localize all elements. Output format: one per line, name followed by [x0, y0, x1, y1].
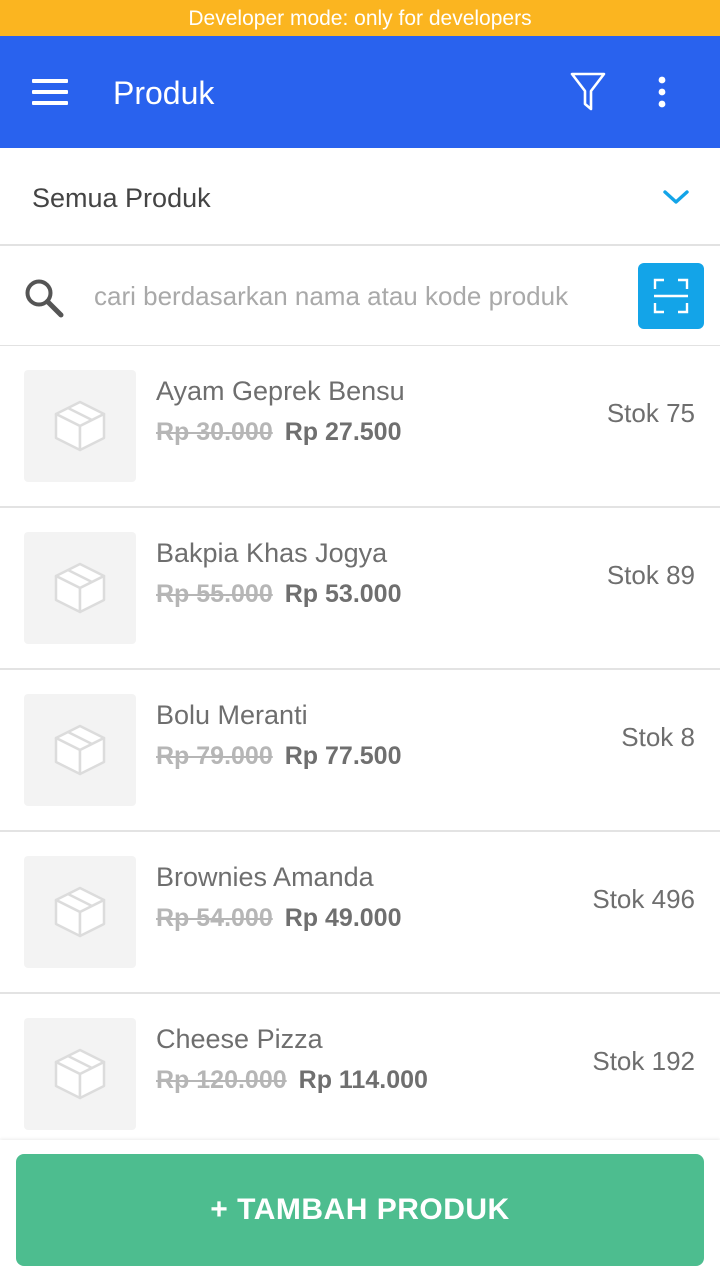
product-original-price: Rp 79.000 [156, 742, 273, 770]
product-prices: Rp 120.000 Rp 114.000 [156, 1066, 428, 1095]
product-prices: Rp 79.000 Rp 77.500 [156, 742, 402, 771]
box-placeholder-icon [54, 562, 106, 614]
product-list-item[interactable]: Brownies Amanda Rp 54.000 Rp 49.000 Stok … [0, 832, 720, 994]
search-icon [25, 279, 64, 318]
more-vertical-icon [658, 76, 666, 108]
product-name: Bakpia Khas Jogya [156, 538, 388, 568]
developer-mode-banner: Developer mode: only for developers [0, 0, 720, 36]
product-name: Ayam Geprek Bensu [156, 376, 405, 406]
product-thumbnail [24, 370, 136, 482]
product-thumbnail [24, 1018, 136, 1130]
product-original-price: Rp 120.000 [156, 1066, 287, 1094]
box-placeholder-icon [54, 886, 106, 938]
chevron-down-icon [656, 182, 696, 212]
add-product-button[interactable]: + TAMBAH PRODUK [16, 1154, 704, 1266]
product-name: Bolu Meranti [156, 700, 308, 730]
barcode-scan-icon [653, 278, 689, 314]
search-bar [0, 246, 720, 346]
filter-button[interactable] [560, 64, 616, 120]
product-prices: Rp 55.000 Rp 53.000 [156, 580, 402, 609]
product-list-item[interactable]: Bolu Meranti Rp 79.000 Rp 77.500 Stok 8 [0, 670, 720, 832]
bottom-action-bar: + TAMBAH PRODUK [0, 1140, 720, 1280]
page-title: Produk [113, 75, 215, 111]
product-thumbnail [24, 694, 136, 806]
product-original-price: Rp 54.000 [156, 904, 273, 932]
product-discount-price: Rp 77.500 [284, 742, 402, 770]
box-placeholder-icon [54, 1048, 106, 1100]
product-prices: Rp 30.000 Rp 27.500 [156, 418, 402, 447]
product-list-item[interactable]: Cheese Pizza Rp 120.000 Rp 114.000 Stok 1… [0, 994, 720, 1140]
product-stock: Stok 75 [606, 398, 695, 428]
product-discount-price: Rp 49.000 [284, 904, 402, 932]
product-thumbnail [24, 532, 136, 644]
product-list-item[interactable]: Bakpia Khas Jogya Rp 55.000 Rp 53.000 Sto… [0, 508, 720, 670]
product-discount-price: Rp 27.500 [284, 418, 402, 446]
product-stock: Stok 192 [592, 1046, 695, 1076]
barcode-scan-button[interactable] [638, 263, 704, 329]
box-placeholder-icon [54, 400, 106, 452]
product-stock: Stok 8 [621, 722, 695, 752]
product-list: Ayam Geprek Bensu Rp 30.000 Rp 27.500 Sto… [0, 346, 720, 1140]
more-options-button[interactable] [638, 64, 686, 120]
product-name: Brownies Amanda [156, 862, 374, 892]
product-prices: Rp 54.000 Rp 49.000 [156, 904, 402, 933]
menu-button[interactable] [20, 66, 80, 118]
product-list-item[interactable]: Ayam Geprek Bensu Rp 30.000 Rp 27.500 Sto… [0, 346, 720, 508]
product-discount-price: Rp 114.000 [298, 1066, 428, 1094]
product-discount-price: Rp 53.000 [284, 580, 402, 608]
category-selected-label: Semua Produk [32, 183, 211, 213]
hamburger-menu-icon [32, 79, 68, 105]
product-original-price: Rp 55.000 [156, 580, 273, 608]
product-stock: Stok 89 [606, 560, 695, 590]
category-dropdown[interactable]: Semua Produk [0, 148, 720, 246]
product-name: Cheese Pizza [156, 1024, 323, 1054]
box-placeholder-icon [54, 724, 106, 776]
product-stock: Stok 496 [592, 884, 695, 914]
product-thumbnail [24, 856, 136, 968]
product-original-price: Rp 30.000 [156, 418, 273, 446]
search-input[interactable] [90, 270, 620, 322]
filter-funnel-icon [570, 72, 606, 111]
app-bar: Produk [0, 36, 720, 148]
